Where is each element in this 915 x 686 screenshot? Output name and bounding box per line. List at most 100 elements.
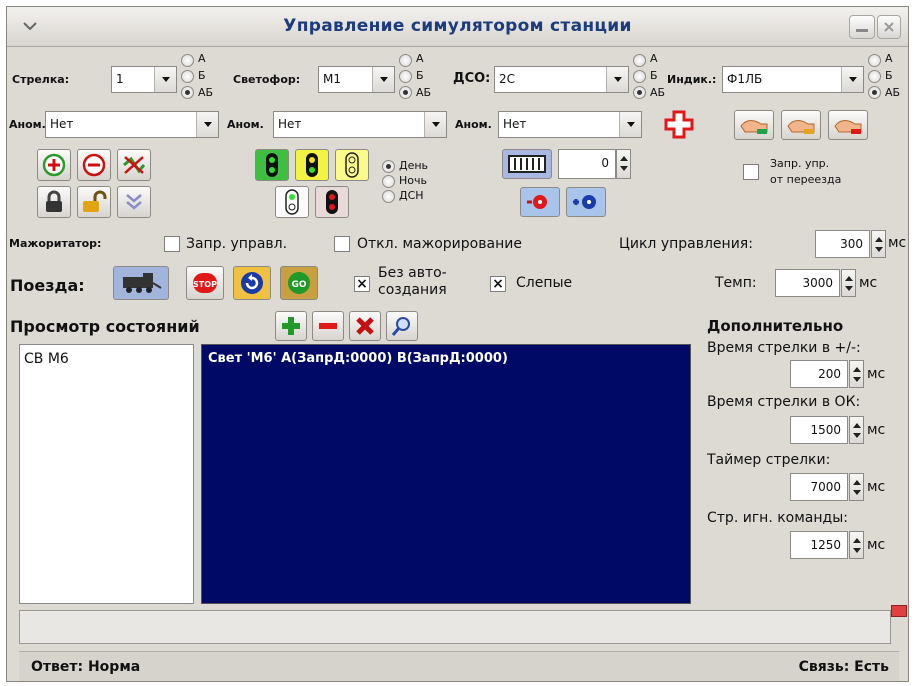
night-label: Ночь [399, 174, 427, 187]
majority-control-checkbox[interactable] [164, 236, 180, 252]
no-autocreate-checkbox[interactable]: × [354, 276, 370, 292]
go-icon: GO [288, 272, 310, 294]
stop-button[interactable]: STOP [186, 266, 224, 300]
indik-radio-ab[interactable] [868, 86, 881, 99]
strelka-select[interactable]: 1 [111, 66, 177, 93]
close-button[interactable] [877, 15, 901, 39]
circle-minus-icon [82, 153, 106, 177]
switch-minus-button[interactable] [77, 149, 111, 181]
radio-ab-label: АБ [650, 86, 666, 99]
cycle-spinner[interactable] [871, 230, 886, 258]
train-remove-button[interactable] [520, 187, 560, 217]
reset-button[interactable] [233, 266, 271, 300]
dso-radio-b[interactable] [633, 70, 646, 83]
extra-input-4[interactable]: 1250 [790, 531, 848, 559]
extra-input-1[interactable]: 200 [790, 360, 848, 388]
switch-cut-button[interactable] [117, 149, 151, 181]
signal-off-button[interactable] [275, 186, 309, 218]
indicator-red-button[interactable] [828, 110, 868, 140]
extra-spinner-2[interactable] [849, 416, 864, 444]
counter-icon [508, 155, 546, 173]
crossing-checkbox[interactable] [743, 164, 759, 180]
main-window: Управление симулятором станции Стрелка: … [6, 6, 909, 682]
lock-icon [46, 190, 62, 212]
extra-input-3[interactable]: 7000 [790, 473, 848, 501]
train-add-button[interactable] [566, 187, 606, 217]
lock-button[interactable] [37, 186, 71, 218]
svetofor-radio-ab[interactable] [399, 86, 412, 99]
state-delete-button[interactable] [349, 311, 381, 341]
majority-off-checkbox[interactable] [334, 236, 350, 252]
indik-value: Ф1ЛБ [727, 72, 763, 86]
radio-b-label: Б [416, 69, 424, 82]
unlock-button[interactable] [77, 186, 111, 218]
tempo-input[interactable]: 3000 [775, 269, 840, 297]
indik-label: Индик.: [667, 73, 717, 86]
strelka-radio-ab[interactable] [181, 86, 194, 99]
go-button[interactable]: GO [280, 266, 318, 300]
radio-dsn[interactable] [382, 190, 395, 203]
extra-input-2[interactable]: 1500 [790, 416, 848, 444]
strelka-radio-b[interactable] [181, 70, 194, 83]
no-autocreate-label-1: Без авто- [378, 265, 447, 281]
anom-value-3: Нет [503, 117, 527, 131]
svg-text:STOP: STOP [193, 280, 217, 289]
chevron-down-icon [372, 67, 394, 92]
no-autocreate-label-2: создания [378, 282, 447, 298]
stop-icon: STOP [193, 273, 217, 293]
anom-select-3[interactable]: Нет [498, 111, 642, 138]
extra-spinner-4[interactable] [849, 531, 864, 559]
states-list[interactable]: СВ М6 [19, 344, 194, 604]
anom-select-1[interactable]: Нет [45, 111, 219, 138]
signal-yellow-icon [345, 152, 359, 178]
signal-yellow-button[interactable] [335, 149, 369, 181]
train-create-button[interactable] [113, 266, 169, 300]
strelka-radio-a[interactable] [181, 54, 194, 67]
anom-value-1: Нет [50, 117, 74, 131]
anom-select-2[interactable]: Нет [273, 111, 447, 138]
dsn-label: ДСН [399, 189, 424, 202]
indicator-yellow-button[interactable] [781, 110, 821, 140]
majority-control-label: Запр. управл. [186, 236, 288, 252]
strelka-value: 1 [116, 72, 124, 86]
blind-checkbox[interactable]: × [490, 276, 506, 292]
counter-spinner[interactable] [616, 149, 631, 179]
svetofor-select[interactable]: M1 [318, 66, 395, 93]
indicator-green-button[interactable] [734, 110, 774, 140]
extra-spinner-3[interactable] [849, 473, 864, 501]
dso-radio-ab[interactable] [633, 86, 646, 99]
list-item[interactable]: СВ М6 [24, 351, 69, 367]
state-add-button[interactable] [275, 311, 307, 341]
state-search-button[interactable] [386, 311, 418, 341]
radio-night[interactable] [382, 175, 395, 188]
signal-green-button[interactable] [255, 149, 289, 181]
radio-a-label: А [416, 52, 424, 65]
counter-button[interactable] [502, 149, 552, 179]
indik-select[interactable]: Ф1ЛБ [722, 66, 864, 93]
anom-value-2: Нет [278, 117, 302, 131]
signal-yellow-green-button[interactable] [295, 149, 329, 181]
plus-icon [282, 317, 300, 335]
tempo-spinner[interactable] [841, 269, 856, 297]
counter-input[interactable]: 0 [558, 149, 616, 179]
radio-day[interactable] [382, 160, 395, 173]
dso-select[interactable]: 2С [494, 66, 629, 93]
indik-radio-a[interactable] [868, 54, 881, 67]
extra-title: Дополнительно [707, 317, 844, 335]
switch-plus-button[interactable] [37, 149, 71, 181]
minimize-button[interactable] [849, 15, 875, 39]
red-cross-button[interactable] [663, 109, 695, 139]
svetofor-radio-b[interactable] [399, 70, 412, 83]
svetofor-radio-a[interactable] [399, 54, 412, 67]
cycle-input[interactable]: 300 [815, 230, 870, 258]
message-bar [19, 610, 891, 644]
dso-radio-a[interactable] [633, 54, 646, 67]
signal-red-button[interactable] [315, 186, 349, 218]
expand-button[interactable] [117, 186, 151, 218]
minimize-icon [856, 29, 868, 32]
blind-label: Слепые [516, 275, 573, 291]
indik-radio-b[interactable] [868, 70, 881, 83]
state-remove-button[interactable] [312, 311, 344, 341]
radio-a-label: А [198, 52, 206, 65]
extra-spinner-1[interactable] [849, 360, 864, 388]
